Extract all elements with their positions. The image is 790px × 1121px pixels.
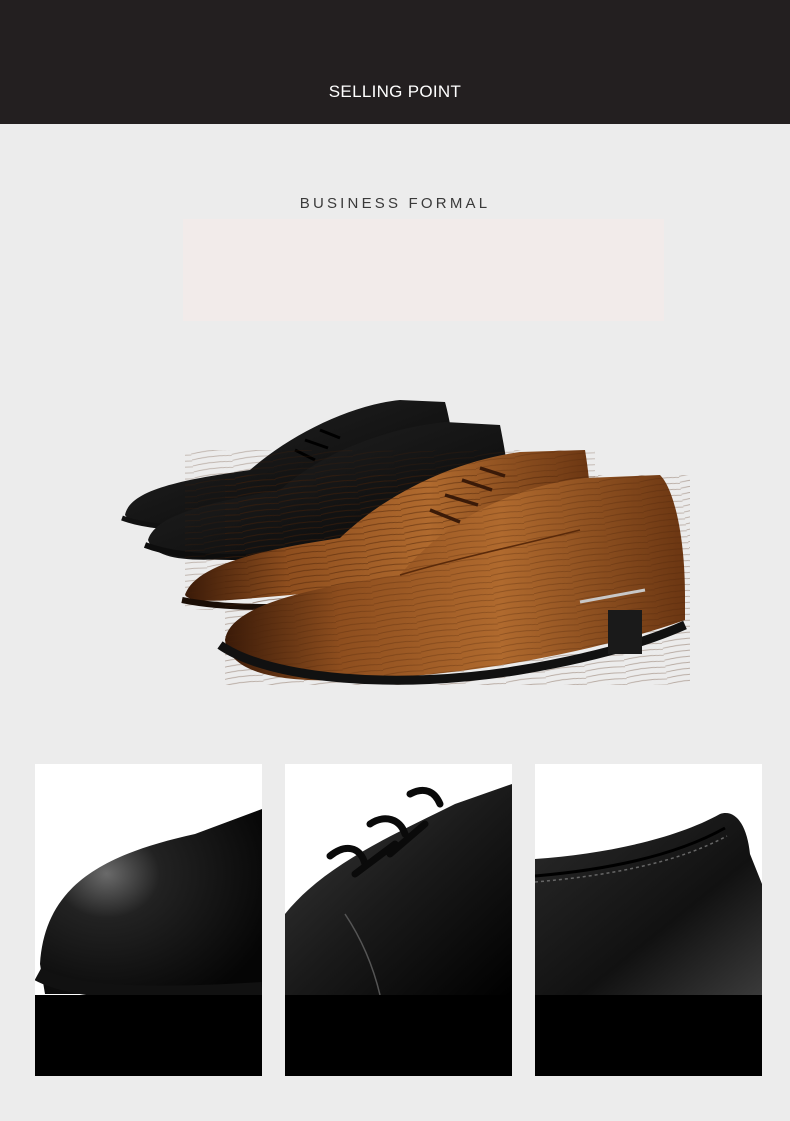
lace-detail-image bbox=[285, 764, 512, 1076]
heel-collar-detail-image bbox=[535, 764, 762, 1076]
detail-caption-band bbox=[285, 995, 512, 1076]
toe-detail-image bbox=[35, 764, 262, 1076]
detail-caption-band bbox=[535, 995, 762, 1076]
header-banner: SELLING POINT bbox=[0, 0, 790, 124]
blank-text-panel bbox=[183, 219, 664, 321]
brown-shoe-front bbox=[217, 466, 690, 685]
section-subtitle: BUSINESS FORMAL bbox=[299, 195, 491, 212]
header-title: SELLING POINT bbox=[328, 82, 462, 101]
detail-caption-band bbox=[35, 995, 262, 1076]
formal-shoes-hero-image bbox=[121, 400, 690, 685]
